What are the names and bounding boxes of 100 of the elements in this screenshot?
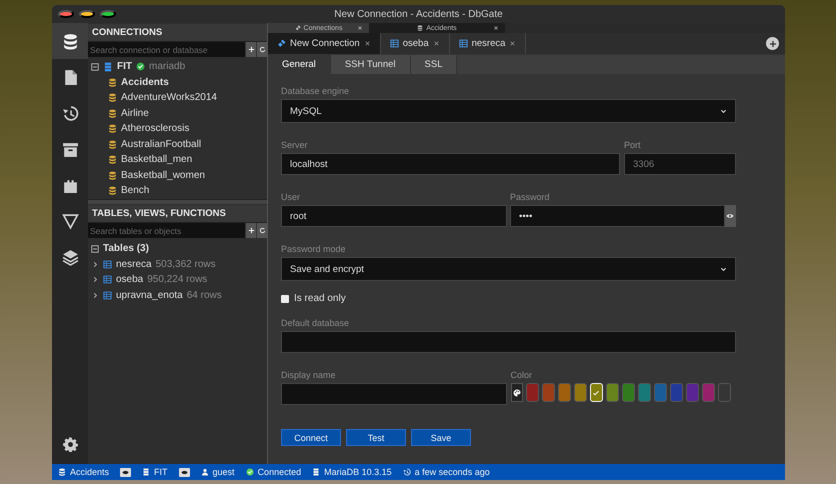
close-icon xyxy=(509,40,516,47)
color-swatch[interactable] xyxy=(574,383,586,402)
status-text: Connected xyxy=(258,467,302,477)
chevron-right-icon xyxy=(92,276,99,284)
collapse-icon xyxy=(91,62,99,71)
select-field[interactable]: MySQL xyxy=(281,99,736,123)
field-label: Password mode xyxy=(281,244,346,254)
database-icon xyxy=(108,108,117,118)
field-label: Display name xyxy=(281,370,336,380)
field-label: Default database xyxy=(281,318,350,328)
color-swatch[interactable] xyxy=(558,383,570,402)
tab[interactable]: SSH Tunnel xyxy=(330,55,411,74)
table-name[interactable]: upravna_enota xyxy=(116,290,183,301)
archive-box-icon xyxy=(62,140,78,158)
color-swatch[interactable] xyxy=(686,383,698,402)
refresh-button[interactable] xyxy=(256,223,267,238)
database-item[interactable]: Basketball_men xyxy=(121,154,192,166)
color-swatch[interactable] xyxy=(702,383,714,402)
activity-bar-button[interactable] xyxy=(52,23,88,59)
database-item[interactable]: AdventureWorks2014 xyxy=(121,92,217,104)
form-button[interactable]: Save xyxy=(411,429,471,446)
user-icon xyxy=(200,468,209,476)
row-count: 950,224 rows xyxy=(147,274,208,286)
close-icon xyxy=(357,25,363,31)
input-field[interactable]: 3306 xyxy=(624,153,736,175)
checkmark-icon xyxy=(592,388,600,396)
table-name[interactable]: nesreca xyxy=(116,258,152,270)
database-icon xyxy=(108,170,117,180)
tab[interactable]: SSL xyxy=(410,55,458,74)
database-item[interactable]: Atherosclerosis xyxy=(121,123,190,134)
row-count: 64 rows xyxy=(186,290,222,301)
input-field[interactable]: •••• xyxy=(510,205,725,227)
input-field[interactable] xyxy=(281,383,506,405)
group-label[interactable]: Tables (3) xyxy=(103,243,149,254)
tab[interactable]: New Connection xyxy=(268,33,381,54)
collapse-icon xyxy=(91,244,99,253)
search-field[interactable]: Search tables or objects xyxy=(88,223,245,238)
field-label: Database engine xyxy=(281,86,350,96)
status-text: FIT xyxy=(154,467,168,477)
color-swatch[interactable] xyxy=(638,383,650,402)
chevron-right-icon xyxy=(92,260,99,268)
add-button[interactable] xyxy=(245,223,256,238)
row-count: 503,362 rows xyxy=(156,258,216,270)
history-icon xyxy=(62,104,78,122)
form-button[interactable]: Connect xyxy=(281,429,341,446)
color-swatch[interactable] xyxy=(622,383,634,402)
palette-icon xyxy=(512,388,520,396)
layers-icon xyxy=(62,248,78,266)
database-icon xyxy=(417,25,424,31)
search-field[interactable]: Search connection or database xyxy=(88,42,245,57)
table-icon xyxy=(458,39,468,48)
database-item[interactable]: Airline xyxy=(121,108,149,119)
color-swatch[interactable] xyxy=(526,383,538,402)
window-control-button[interactable] xyxy=(79,10,95,18)
show-password-button[interactable] xyxy=(724,205,736,227)
refresh-icon xyxy=(258,227,266,234)
color-swatch[interactable] xyxy=(670,383,682,402)
add-tab-button[interactable] xyxy=(766,37,779,50)
add-button[interactable] xyxy=(245,42,256,57)
window-control-button[interactable] xyxy=(100,10,116,18)
palette-button[interactable] xyxy=(510,383,522,402)
field-label: Server xyxy=(281,140,308,150)
checkbox[interactable] xyxy=(281,294,289,302)
input-field[interactable]: root xyxy=(281,205,507,227)
color-swatch[interactable] xyxy=(542,383,554,402)
input-field[interactable]: localhost xyxy=(281,153,620,175)
database-item[interactable]: Bench xyxy=(121,185,150,196)
database-item[interactable]: Basketball_women xyxy=(121,170,205,181)
refresh-button[interactable] xyxy=(256,42,267,57)
server-icon xyxy=(142,468,150,476)
color-swatch[interactable] xyxy=(606,383,618,402)
connected-icon xyxy=(136,62,145,72)
form-button[interactable]: Test xyxy=(346,429,406,446)
section-header: CONNECTIONS xyxy=(88,24,267,42)
status-text: guest xyxy=(212,467,235,477)
connection-name[interactable]: FIT xyxy=(117,61,132,72)
close-icon xyxy=(364,40,371,47)
database-item[interactable]: AustralianFootball xyxy=(121,138,202,150)
tab[interactable]: General xyxy=(268,55,331,74)
table-icon xyxy=(103,290,112,300)
close-icon xyxy=(432,40,440,47)
close-icon xyxy=(493,25,499,31)
field-label: User xyxy=(281,192,300,202)
driver-label: mariadb xyxy=(149,61,186,72)
chevron-down-icon xyxy=(720,108,727,114)
input-field[interactable] xyxy=(281,331,736,353)
status-text: a few seconds ago xyxy=(414,467,490,477)
color-swatch[interactable] xyxy=(718,383,730,402)
status-text: Accidents xyxy=(70,467,110,477)
window-control-button[interactable] xyxy=(58,10,74,18)
status-text: MariaDB 10.3.15 xyxy=(324,467,392,477)
checkbox-label: Is read only xyxy=(294,293,346,304)
table-name[interactable]: oseba xyxy=(116,274,144,286)
table-icon xyxy=(103,275,112,284)
select-field[interactable]: Save and encrypt xyxy=(281,257,736,281)
database-item[interactable]: Accidents xyxy=(121,76,169,88)
database-icon xyxy=(108,140,117,149)
database-icon xyxy=(108,124,117,134)
plus-icon xyxy=(248,227,254,234)
color-swatch[interactable] xyxy=(654,383,666,402)
